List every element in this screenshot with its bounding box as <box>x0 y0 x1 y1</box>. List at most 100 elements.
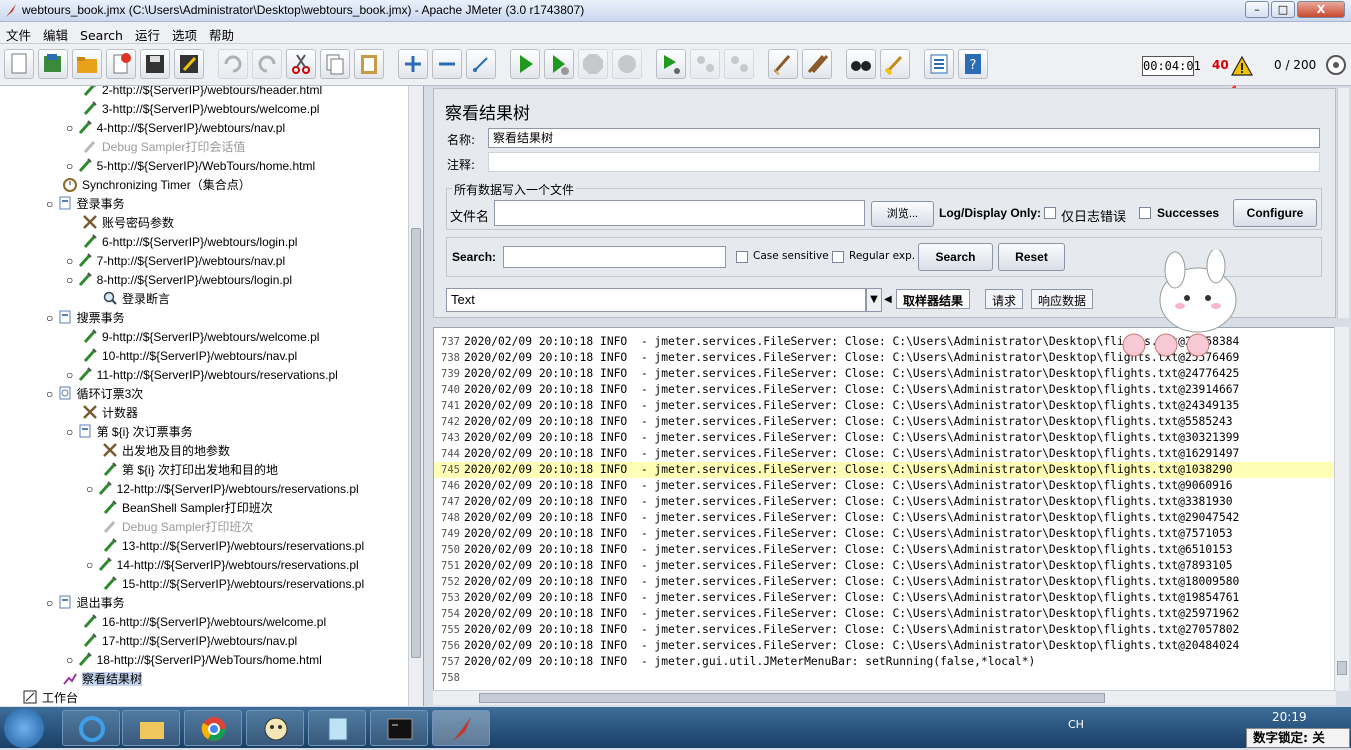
taskbar-explorer[interactable] <box>122 710 180 746</box>
tree-node-http-sampler[interactable]: 16-http://${ServerIP}/webtours/welcome.p… <box>82 613 326 632</box>
remote-shutdown-button[interactable] <box>724 49 754 79</box>
taskbar-notepad[interactable] <box>308 710 366 746</box>
start-orb[interactable] <box>4 708 44 748</box>
tree-node-assertion[interactable]: 登录断言 <box>102 290 170 309</box>
taskbar-cmd[interactable] <box>370 710 428 746</box>
cut-button[interactable] <box>286 49 316 79</box>
tree-node-transaction[interactable]: ○ 退出事务 <box>46 594 125 613</box>
tree-node-beanshell-sampler[interactable]: BeanShell Sampler打印班次 <box>102 499 273 518</box>
log-viewer[interactable]: 737 2020/02/09 20:10:18 INFO - jmeter.ser… <box>433 327 1336 691</box>
tree-node-csv-config[interactable]: 账号密码参数 <box>82 214 174 233</box>
reset-search-button[interactable] <box>880 49 910 79</box>
tree-node-counter[interactable]: 计数器 <box>82 404 138 423</box>
tree-node-http-sampler[interactable]: 10-http://${ServerIP}/webtours/nav.pl <box>82 347 297 366</box>
browse-button[interactable]: 浏览... <box>871 201 934 227</box>
tree-node-sampler[interactable]: 第 ${i} 次打印出发地和目的地 <box>102 461 278 480</box>
tree-node-workbench[interactable]: 工作台 <box>22 689 78 706</box>
successes-checkbox[interactable] <box>1139 207 1151 219</box>
clear-all-button[interactable] <box>802 49 832 79</box>
comment-field[interactable] <box>488 152 1320 172</box>
tree-node-view-results-tree[interactable]: 察看结果树 <box>62 670 143 689</box>
case-sensitive-checkbox[interactable] <box>736 251 748 263</box>
tree-node-transaction[interactable]: ○ 登录事务 <box>46 195 125 214</box>
close-file-button[interactable] <box>106 49 136 79</box>
menu-edit[interactable]: 编辑 <box>37 22 74 44</box>
input-language[interactable]: CH <box>1068 718 1084 731</box>
new-button[interactable] <box>4 49 34 79</box>
menu-file[interactable]: 文件 <box>0 22 37 44</box>
name-field[interactable]: 察看结果树 <box>488 128 1320 148</box>
tree-node-http-sampler[interactable]: 2-http://${ServerIP}/webtours/header.htm… <box>82 86 322 100</box>
open-button[interactable] <box>72 49 102 79</box>
redo-button[interactable] <box>252 49 282 79</box>
log-hscroll-thumb[interactable] <box>479 693 1105 703</box>
log-vertical-scrollbar[interactable] <box>1334 327 1349 691</box>
maximize-button[interactable]: □ <box>1271 1 1295 18</box>
filename-input[interactable] <box>494 200 865 226</box>
tree-node-http-sampler[interactable]: 6-http://${ServerIP}/webtours/login.pl <box>82 233 297 252</box>
tree-node-transaction[interactable]: ○ 第 ${i} 次订票事务 <box>66 423 193 442</box>
shutdown-button[interactable] <box>612 49 642 79</box>
tree-node-transaction[interactable]: ○ 搜票事务 <box>46 309 125 328</box>
help-button[interactable]: ? <box>958 49 988 79</box>
menu-help[interactable]: 帮助 <box>203 22 240 44</box>
start-button[interactable] <box>510 49 540 79</box>
expand-all-button[interactable] <box>398 49 428 79</box>
tree-node-http-sampler[interactable]: 17-http://${ServerIP}/webtours/nav.pl <box>82 632 297 651</box>
taskbar-chrome[interactable] <box>184 710 242 746</box>
title-bar[interactable]: webtours_book.jmx (C:\Users\Administrato… <box>0 0 1351 22</box>
tab-sampler-result[interactable]: 取样器结果 <box>896 289 971 309</box>
errors-only-checkbox[interactable] <box>1044 207 1056 219</box>
tree-node-http-sampler[interactable]: 15-http://${ServerIP}/webtours/reservati… <box>102 575 364 594</box>
tree-node-http-sampler[interactable]: ○ 11-http://${ServerIP}/webtours/reserva… <box>66 366 338 385</box>
error-count[interactable]: 40 <box>1212 58 1229 72</box>
minimize-button[interactable]: – <box>1245 1 1269 18</box>
undo-button[interactable] <box>218 49 248 79</box>
close-button[interactable]: X <box>1297 1 1345 18</box>
tree-node-http-sampler[interactable]: ○ 14-http://${ServerIP}/webtours/reserva… <box>86 556 359 575</box>
search-submit-button[interactable]: Search <box>918 243 993 271</box>
toggle-button[interactable] <box>466 49 496 79</box>
regex-checkbox[interactable] <box>832 251 844 263</box>
tab-response-data[interactable]: 响应数据 <box>1031 289 1094 309</box>
tree-node-debug-sampler[interactable]: Debug Sampler打印会话值 <box>82 138 245 157</box>
renderer-select[interactable]: Text <box>446 288 866 312</box>
function-helper-button[interactable] <box>924 49 954 79</box>
reset-button[interactable]: Reset <box>998 243 1065 271</box>
stop-button[interactable] <box>578 49 608 79</box>
log-horizontal-scrollbar[interactable] <box>433 690 1336 705</box>
paste-button[interactable] <box>354 49 384 79</box>
templates-button[interactable] <box>38 49 68 79</box>
tree-node-loop-controller[interactable]: ○ 循环订票3次 <box>46 385 143 404</box>
tree-vertical-scrollbar[interactable] <box>408 86 423 706</box>
system-clock[interactable]: 20:19 <box>1272 710 1307 724</box>
search-input[interactable] <box>503 246 726 268</box>
menu-run[interactable]: 运行 <box>129 22 166 44</box>
tree-node-debug-sampler[interactable]: Debug Sampler打印班次 <box>102 518 253 537</box>
collapse-left-icon[interactable]: ◀ <box>884 290 894 310</box>
tab-request[interactable]: 请求 <box>985 289 1024 309</box>
log-scroll-thumb[interactable] <box>1337 661 1347 675</box>
chevron-down-icon[interactable]: ▼ <box>866 288 882 312</box>
search-button[interactable] <box>846 49 876 79</box>
remote-start-button[interactable] <box>656 49 686 79</box>
collapse-all-button[interactable] <box>432 49 462 79</box>
menu-search[interactable]: Search <box>74 25 129 43</box>
tree-node-http-sampler[interactable]: ○ 5-http://${ServerIP}/WebTours/home.htm… <box>66 157 315 176</box>
tree-node-http-sampler[interactable]: 3-http://${ServerIP}/webtours/welcome.pl <box>82 100 319 119</box>
warning-icon[interactable] <box>1231 55 1253 77</box>
tree-node-http-sampler[interactable]: 9-http://${ServerIP}/webtours/welcome.pl <box>82 328 319 347</box>
tree-node-http-sampler[interactable]: ○ 7-http://${ServerIP}/webtours/nav.pl <box>66 252 285 271</box>
taskbar-app-face[interactable] <box>246 710 304 746</box>
tree-node-http-sampler[interactable]: ○ 8-http://${ServerIP}/webtours/login.pl <box>66 271 292 290</box>
menu-options[interactable]: 选项 <box>166 22 203 44</box>
remote-status-icon[interactable] <box>1325 54 1347 76</box>
tree-scroll-thumb[interactable] <box>411 228 421 658</box>
save-button[interactable] <box>140 49 170 79</box>
start-no-pauses-button[interactable] <box>544 49 574 79</box>
tree-node-http-sampler[interactable]: ○ 18-http://${ServerIP}/WebTours/home.ht… <box>66 651 322 670</box>
tree-node-timer[interactable]: Synchronizing Timer（集合点） <box>62 176 251 195</box>
taskbar-jmeter[interactable] <box>432 710 490 746</box>
save-as-button[interactable] <box>174 49 204 79</box>
remote-stop-button[interactable] <box>690 49 720 79</box>
